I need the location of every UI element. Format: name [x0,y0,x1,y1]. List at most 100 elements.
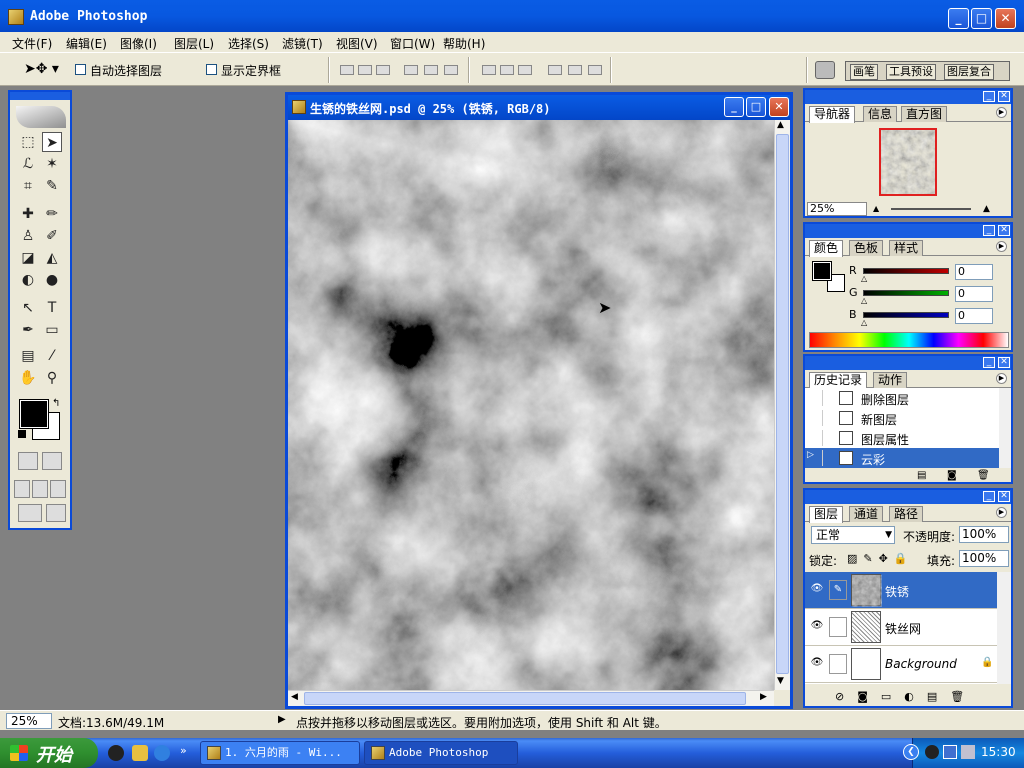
swap-colors-icon[interactable]: ↰ [52,398,60,409]
dodge-tool-icon[interactable]: ● [42,270,62,290]
scroll-up-icon[interactable]: ▲ [777,120,784,130]
panel-minimize-icon[interactable]: _ [983,357,995,368]
network-icon[interactable] [943,745,957,759]
menu-layer[interactable]: 图层(L) [174,35,214,52]
horizontal-scroll-thumb[interactable] [304,692,746,705]
zoom-in-icon[interactable]: ▲ [983,204,990,214]
type-tool-icon[interactable]: T [42,298,62,318]
start-button[interactable]: 开始 [0,738,98,768]
eyedropper-icon[interactable]: ⁄ [42,346,62,366]
image-canvas[interactable]: ➤ [288,120,774,690]
navigator-zoom-field[interactable]: 25% [807,202,867,216]
quick-mask-icon[interactable] [42,452,62,470]
show-bounds-checkbox[interactable] [206,64,217,75]
panel-menu-icon[interactable]: ▶ [996,241,1007,252]
panel-menu-icon[interactable]: ▶ [996,373,1007,384]
layers-scrollbar[interactable] [997,572,1011,684]
slice-tool-icon[interactable]: ✎ [42,176,62,196]
menu-window[interactable]: 窗口(W) [390,35,435,52]
eraser-tool-icon[interactable]: ◪ [18,248,38,268]
distribute-left-icon[interactable] [548,65,562,75]
align-hcenter-icon[interactable] [424,65,438,75]
panel-close-icon[interactable]: ✕ [998,91,1010,102]
distribute-hcenter-icon[interactable] [568,65,582,75]
panel-header[interactable]: _ ✕ [805,490,1011,504]
history-item[interactable]: 删除图层 [805,388,999,408]
tab-styles[interactable]: 样式 [889,240,924,256]
align-right-icon[interactable] [444,65,458,75]
panel-header[interactable]: _ ✕ [805,356,1011,370]
close-button[interactable]: ✕ [995,8,1016,29]
hand-tool-icon[interactable]: ✋ [18,368,38,388]
panel-header[interactable]: _ ✕ [805,224,1011,238]
distribute-vcenter-icon[interactable] [500,65,514,75]
quicklaunch-icon[interactable] [132,745,148,761]
menu-view[interactable]: 视图(V) [336,35,378,52]
status-zoom-field[interactable]: 25% [6,713,52,729]
jump-to-imageready-icon[interactable] [18,504,42,522]
blur-tool-icon[interactable]: ◐ [18,270,38,290]
panel-close-icon[interactable]: ✕ [998,491,1010,502]
panel-close-icon[interactable]: ✕ [998,357,1010,368]
menu-filter[interactable]: 滤镜(T) [282,35,323,52]
menu-select[interactable]: 选择(S) [228,35,269,52]
blend-mode-select[interactable]: 正常 ▼ [811,526,895,544]
paint-bucket-icon[interactable]: ◭ [42,248,62,268]
panel-minimize-icon[interactable]: _ [983,491,995,502]
marquee-tool-icon[interactable]: ⬚ [18,132,38,152]
channel-slider[interactable] [863,290,949,296]
panel-minimize-icon[interactable]: _ [983,225,995,236]
brush-icon[interactable]: ✎ [829,580,847,600]
menu-help[interactable]: 帮助(H) [443,35,485,52]
vertical-scrollbar[interactable]: ▲ ▼ [774,120,790,690]
tab-paths[interactable]: 路径 [889,506,924,522]
panel-header[interactable]: _ ✕ [805,90,1011,104]
channel-slider[interactable] [863,312,949,318]
panel-menu-icon[interactable]: ▶ [996,107,1007,118]
feather-logo-icon[interactable] [16,106,66,128]
path-selection-icon[interactable]: ↖ [18,298,38,318]
lasso-tool-icon[interactable]: ℒ [18,154,38,174]
layer-row-selected[interactable]: 👁 ✎ 铁锈 [805,572,997,609]
history-scrollbar[interactable] [999,388,1011,468]
layer-row[interactable]: 👁 Background 🔒 [805,646,997,683]
eye-icon[interactable]: 👁 [809,583,825,597]
menu-file[interactable]: 文件(F) [12,35,52,52]
well-brushes[interactable]: 画笔 [850,64,878,80]
default-colors-icon[interactable] [18,430,26,438]
scroll-down-icon[interactable]: ▼ [777,676,784,686]
horizontal-scrollbar[interactable]: ◀ ▶ [288,690,774,706]
doc-close-button[interactable]: ✕ [769,97,789,117]
maximize-button[interactable]: □ [971,8,992,29]
healing-brush-icon[interactable]: ✚ [18,204,38,224]
history-brush-icon[interactable]: ✐ [42,226,62,246]
tab-channels[interactable]: 通道 [849,506,884,522]
qq-icon[interactable] [108,745,124,761]
tab-swatches[interactable]: 色板 [849,240,884,256]
panel-close-icon[interactable]: ✕ [998,225,1010,236]
tab-history[interactable]: 历史记录 [809,372,868,389]
scroll-right-icon[interactable]: ▶ [760,692,767,702]
palette-well-icon[interactable] [815,61,835,79]
tab-navigator[interactable]: 导航器 [809,106,856,123]
tab-color[interactable]: 颜色 [809,240,844,257]
tab-actions[interactable]: 动作 [873,372,908,388]
eye-icon[interactable]: 👁 [809,657,825,671]
link-cell[interactable] [829,617,847,637]
zoom-out-icon[interactable]: ▲ [873,204,879,213]
move-tool-icon[interactable]: ➤ [42,132,62,152]
zoom-tool-icon[interactable]: ⚲ [42,368,62,388]
screen-mode-full-icon[interactable] [50,480,66,498]
scroll-left-icon[interactable]: ◀ [291,692,298,702]
slider-triangle-icon[interactable]: △ [861,318,867,327]
snapshot-icon[interactable]: ◙ [947,470,957,481]
quicklaunch-more-icon[interactable]: » [180,744,187,757]
clone-stamp-icon[interactable]: ♙ [18,226,38,246]
toolbox-header[interactable] [10,92,70,100]
minimize-button[interactable]: _ [948,8,969,29]
menu-edit[interactable]: 编辑(E) [66,35,107,52]
trash-icon[interactable]: 🗑 [977,470,990,481]
doc-minimize-button[interactable]: _ [724,97,744,117]
panel-minimize-icon[interactable]: _ [983,91,995,102]
history-item[interactable]: 图层属性 [805,428,999,448]
